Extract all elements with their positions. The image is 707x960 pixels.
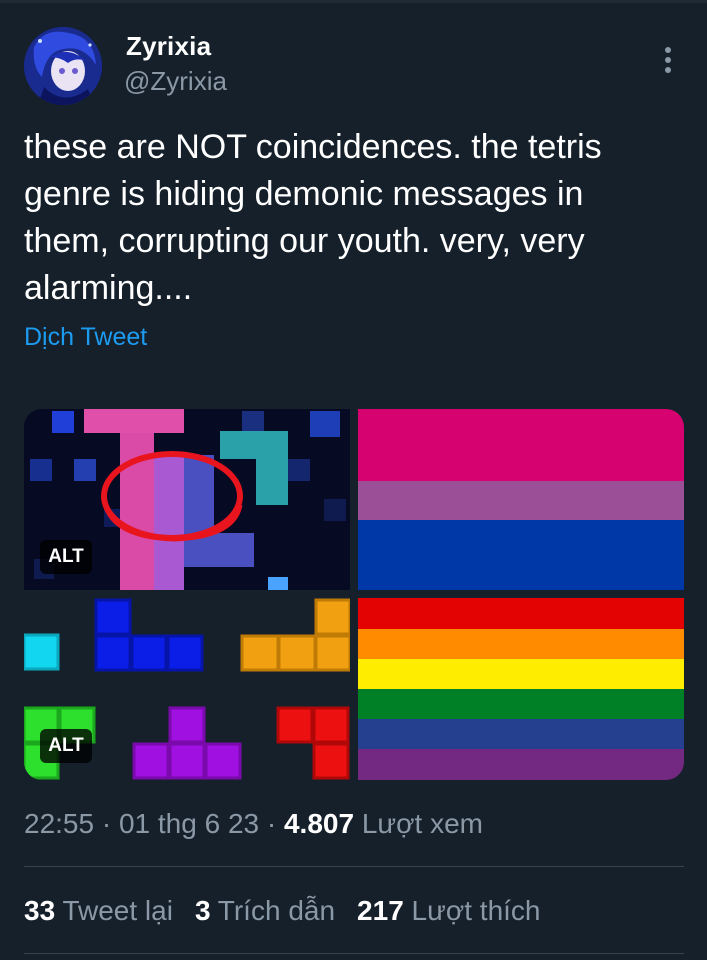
divider	[24, 866, 684, 867]
media-tetris-pieces[interactable]: ALT	[24, 598, 350, 780]
author-name[interactable]: Zyrixia	[126, 31, 211, 62]
media-bi-flag[interactable]	[358, 409, 684, 590]
retweets-stat[interactable]: 33 Tweet lại	[24, 895, 173, 926]
quotes-label: Trích dẫn	[217, 895, 336, 926]
top-divider	[0, 0, 707, 3]
tweet-stats: 33 Tweet lại 3 Trích dẫn 217 Lượt thích	[24, 895, 563, 927]
more-icon[interactable]	[656, 44, 680, 76]
meta-separator: ·	[266, 808, 284, 839]
views-label: Lượt xem	[361, 808, 483, 839]
alt-badge[interactable]: ALT	[40, 729, 92, 763]
bi-flag-image	[358, 409, 684, 590]
tweet-text: these are NOT coincidences. the tetris g…	[24, 128, 602, 307]
author-handle[interactable]: @Zyrixia	[124, 66, 227, 97]
meta-separator: ·	[101, 808, 119, 839]
quotes-count: 3	[194, 895, 211, 926]
tweet-meta: 22:55 · 01 thg 6 23 · 4.807 Lượt xem	[24, 808, 483, 840]
translate-tweet-link[interactable]: Dịch Tweet	[24, 323, 147, 352]
likes-count: 217	[357, 895, 404, 926]
tweet-time[interactable]: 22:55	[24, 808, 94, 839]
likes-label: Lượt thích	[411, 895, 541, 926]
avatar[interactable]	[24, 27, 102, 105]
quotes-stat[interactable]: 3 Trích dẫn	[195, 895, 335, 926]
alt-badge[interactable]: ALT	[40, 540, 92, 574]
media-grid: ALT ALT	[24, 409, 684, 780]
media-rainbow-flag[interactable]	[358, 598, 684, 780]
tweet-date[interactable]: 01 thg 6 23	[119, 808, 259, 839]
retweets-count: 33	[24, 895, 56, 926]
divider	[24, 953, 684, 954]
media-tetris-screenshot[interactable]: ALT	[24, 409, 350, 590]
avatar-image	[24, 27, 102, 105]
likes-stat[interactable]: 217 Lượt thích	[357, 895, 540, 926]
views-count: 4.807	[283, 808, 355, 839]
retweets-label: Tweet lại	[62, 895, 173, 926]
rainbow-flag-image	[358, 598, 684, 780]
